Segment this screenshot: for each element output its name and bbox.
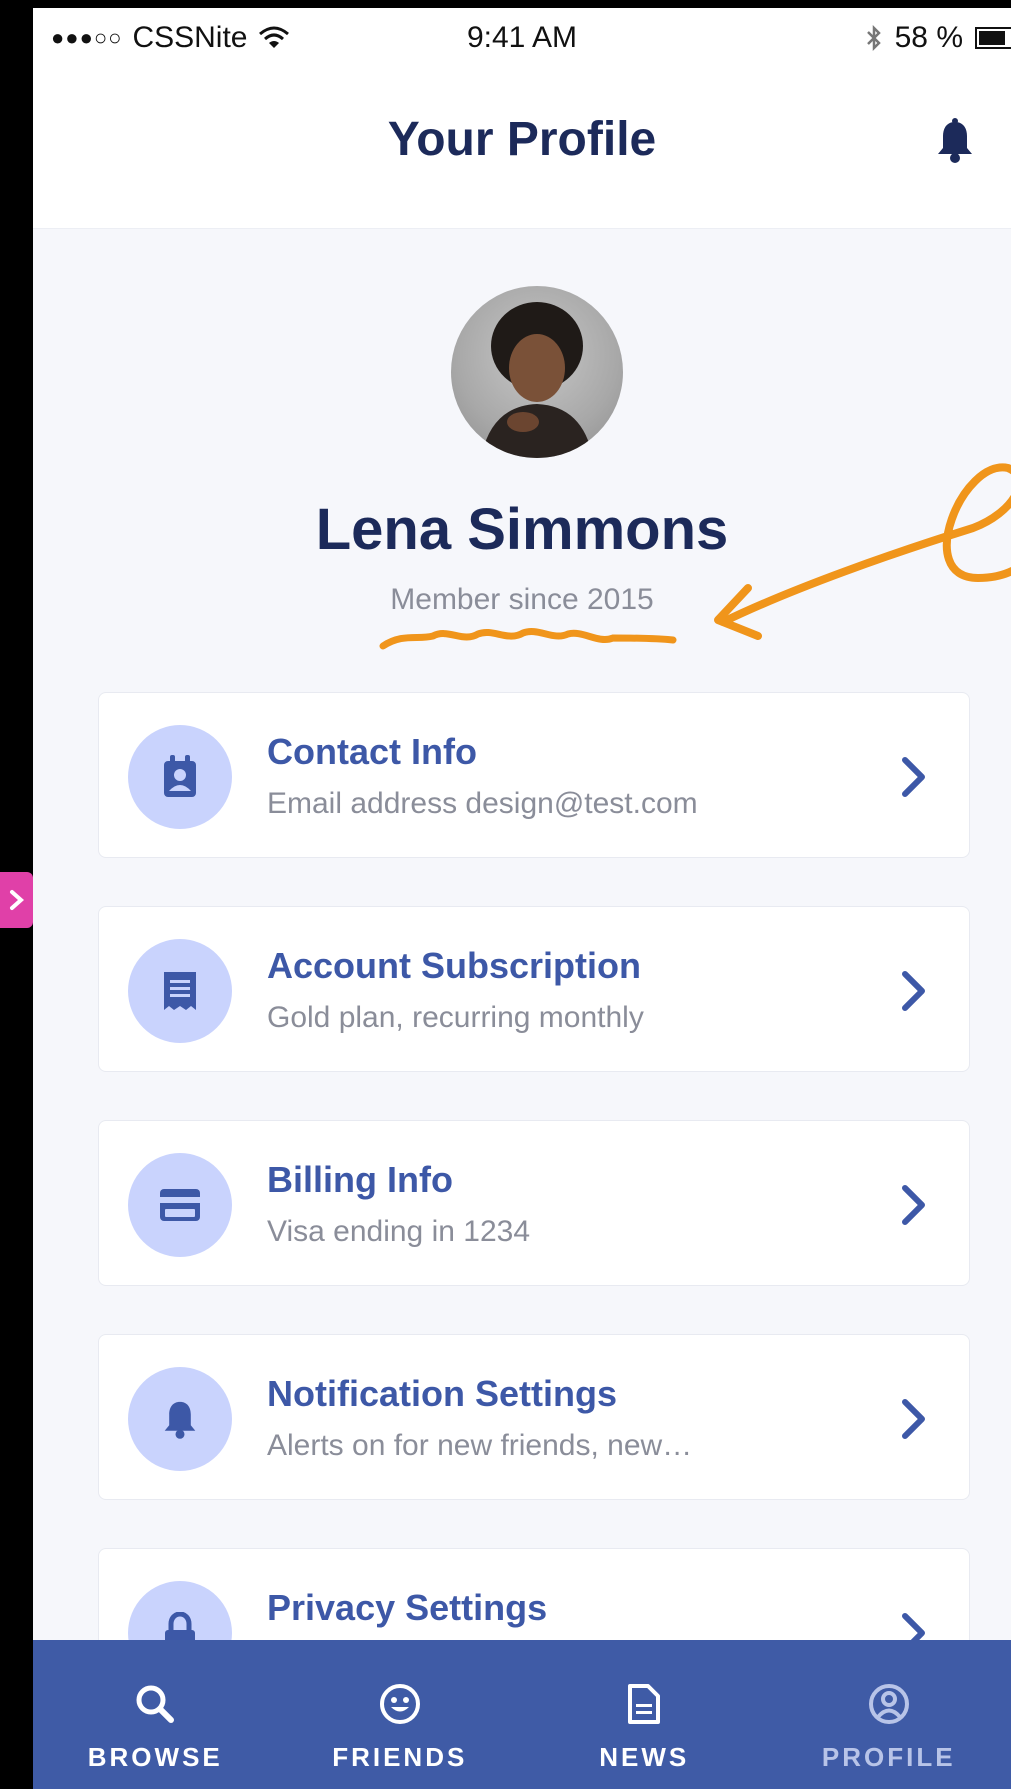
- phone-screen: ●●●○○ CSSNite 9:41 AM 58 % Your Profile: [33, 8, 1011, 1789]
- side-panel-toggle[interactable]: [0, 872, 33, 928]
- credit-card-icon: [160, 1189, 200, 1221]
- menu-item-subtitle: Email address design@test.com: [267, 787, 698, 820]
- bluetooth-icon: [866, 24, 881, 52]
- receipt-icon: [164, 972, 196, 1010]
- menu-item-title: Notification Settings: [267, 1373, 617, 1414]
- tab-news[interactable]: NEWS: [522, 1640, 767, 1789]
- menu-item-title: Billing Info: [267, 1159, 453, 1200]
- user-name: Lena Simmons: [315, 497, 729, 562]
- icon-circle: [128, 1153, 232, 1257]
- tab-browse[interactable]: BROWSE: [33, 1640, 278, 1789]
- menu-item-title: Privacy Settings: [267, 1587, 548, 1628]
- contact-card-icon: [164, 755, 196, 797]
- tab-label: PROFILE: [821, 1742, 956, 1772]
- icon-circle: [128, 1367, 232, 1471]
- page-title: Your Profile: [387, 113, 657, 166]
- menu-item-billing-info[interactable]: Billing Info Visa ending in 1234: [98, 1120, 970, 1286]
- avatar[interactable]: [451, 286, 623, 458]
- tab-label: FRIENDS: [332, 1742, 468, 1772]
- icon-circle: [128, 939, 232, 1043]
- menu-item-title: Contact Info: [267, 731, 477, 772]
- chevron-right-icon: [902, 1399, 925, 1439]
- menu-item-subtitle: Alerts on for new friends, new…: [267, 1429, 693, 1462]
- menu-item-contact-info[interactable]: Contact Info Email address design@test.c…: [98, 692, 970, 858]
- icon-circle: [128, 725, 232, 829]
- chevron-right-icon: [902, 1185, 925, 1225]
- tab-label: NEWS: [599, 1742, 690, 1772]
- battery-percent: 58 %: [894, 21, 963, 54]
- battery-icon: [975, 27, 1011, 49]
- tab-friends[interactable]: FRIENDS: [278, 1640, 523, 1789]
- header: Your Profile: [33, 68, 1011, 229]
- menu-item-subtitle: Visa ending in 1234: [267, 1215, 530, 1248]
- chevron-right-icon: [902, 757, 925, 797]
- menu-item-account-subscription[interactable]: Account Subscription Gold plan, recurrin…: [98, 906, 970, 1072]
- status-bar: ●●●○○ CSSNite 9:41 AM 58 %: [33, 8, 1011, 68]
- tab-profile[interactable]: PROFILE: [767, 1640, 1011, 1789]
- chevron-right-icon: [902, 971, 925, 1011]
- tab-label: BROWSE: [87, 1742, 223, 1772]
- menu-item-notification-settings[interactable]: Notification Settings Alerts on for new …: [98, 1334, 970, 1500]
- tab-bar: BROWSE FRIENDS NEWS PROFILE: [33, 1640, 1011, 1789]
- bell-icon[interactable]: [935, 118, 975, 164]
- menu-item-subtitle: Gold plan, recurring monthly: [267, 1001, 644, 1034]
- bell-icon: [164, 1401, 196, 1439]
- chevron-right-icon: [9, 890, 24, 910]
- member-since: Member since 2015: [390, 583, 654, 616]
- search-icon: [136, 1685, 175, 1723]
- menu-item-title: Account Subscription: [267, 945, 642, 986]
- user-circle-icon: [868, 1684, 909, 1724]
- smiley-icon: [379, 1684, 420, 1724]
- document-icon: [628, 1684, 661, 1724]
